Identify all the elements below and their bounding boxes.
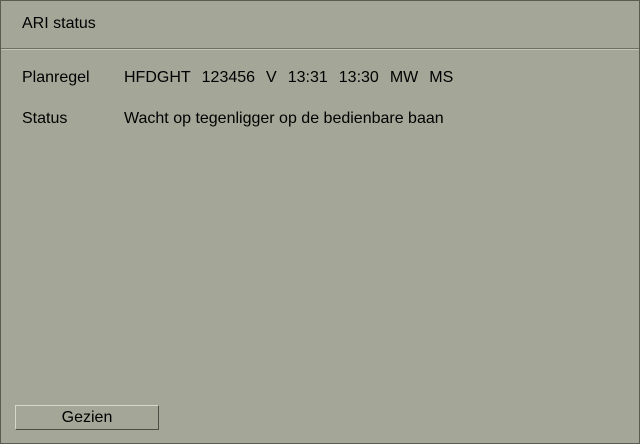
planregel-field-train: HFDGHT: [124, 69, 191, 86]
planregel-field-to: MS: [429, 69, 454, 86]
planregel-field-type: V: [266, 69, 277, 86]
planregel-field-time-2: 13:30: [338, 69, 379, 86]
title-bar: ARI status: [1, 1, 639, 49]
gezien-button[interactable]: Gezien: [15, 405, 159, 430]
dialog-title: ARI status: [22, 15, 96, 32]
planregel-row: Planregel HFDGHT 123456 V 13:31 13:30 MW…: [1, 68, 639, 88]
planregel-field-time-1: 13:31: [287, 69, 328, 86]
status-value: Wacht op tegenligger op de bedienbare ba…: [124, 110, 444, 127]
status-row: Status Wacht op tegenligger op de bedien…: [1, 109, 639, 129]
planregel-field-from: MW: [389, 69, 419, 86]
status-label: Status: [22, 110, 68, 127]
planregel-values: HFDGHT 123456 V 13:31 13:30 MW MS: [124, 68, 464, 88]
planregel-label: Planregel: [22, 69, 90, 86]
planregel-field-number: 123456: [201, 69, 256, 86]
ari-status-dialog: ARI status Planregel HFDGHT 123456 V 13:…: [0, 0, 640, 444]
